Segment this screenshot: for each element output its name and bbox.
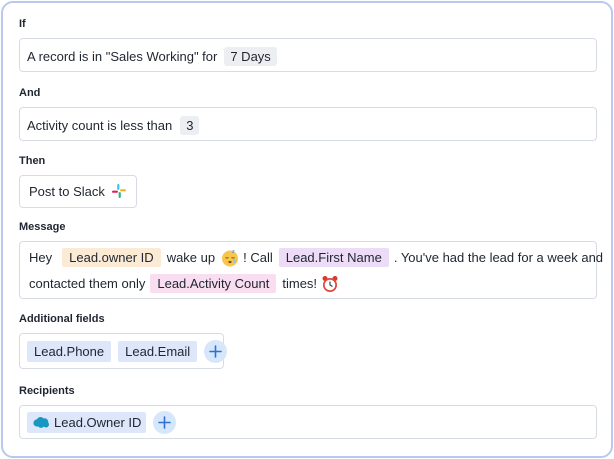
message-line-2: contacted them only Lead.Activity Count …: [29, 274, 339, 293]
svg-text:z: z: [232, 249, 235, 255]
and-condition-text: Activity count is less than: [27, 118, 173, 133]
field-chip-email[interactable]: Lead.Email: [118, 341, 198, 362]
alarm-clock-icon: [321, 275, 339, 293]
var-activity-count-chip[interactable]: Lead.Activity Count: [150, 274, 277, 293]
add-recipient-button[interactable]: [153, 411, 177, 434]
and-label: And: [19, 87, 41, 99]
count-chip[interactable]: 3: [180, 116, 200, 135]
field-chip-phone[interactable]: Lead.Phone: [27, 341, 112, 362]
workflow-rule-card: If A record is in "Sales Working" for 7 …: [1, 1, 613, 458]
message-label: Message: [19, 221, 66, 233]
message-line-1: Hey Lead.owner ID wake up z ! Call Lead.…: [29, 248, 603, 267]
message-text-times: times!: [282, 276, 318, 291]
recipient-chip-label: Lead.Owner ID: [54, 415, 142, 430]
then-action-text: Post to Slack: [29, 183, 105, 199]
message-text-call: ! Call: [243, 250, 273, 265]
message-text-had-lead: . You've had the lead for a week and: [393, 250, 604, 265]
add-field-button[interactable]: [204, 340, 228, 363]
var-owner-id-chip[interactable]: Lead.owner ID: [62, 248, 161, 267]
salesforce-cloud-icon: [32, 416, 50, 429]
sleepy-face-icon: z: [221, 249, 239, 267]
recipients-content: Lead.Owner ID: [27, 411, 177, 434]
message-text-contacted: contacted them only: [29, 276, 146, 291]
if-condition-text: A record is in "Sales Working" for: [27, 49, 218, 64]
if-label: If: [19, 18, 26, 30]
var-first-name-chip[interactable]: Lead.First Name: [278, 248, 389, 267]
plus-icon: [158, 416, 172, 429]
recipients-label: Recipients: [19, 385, 75, 397]
additional-fields-label: Additional fields: [19, 313, 105, 325]
then-label: Then: [19, 155, 46, 167]
and-condition-content: Activity count is less than 3: [27, 116, 200, 135]
message-text-hey: Hey: [29, 250, 53, 265]
days-chip[interactable]: 7 Days: [224, 47, 277, 66]
recipient-chip-owner[interactable]: Lead.Owner ID: [27, 412, 147, 433]
slack-icon: [111, 183, 127, 199]
plus-icon: [209, 345, 222, 358]
additional-fields-content: Lead.Phone Lead.Email: [27, 340, 228, 363]
if-condition-content: A record is in "Sales Working" for 7 Day…: [27, 47, 277, 66]
then-action-content: Post to Slack: [29, 183, 127, 199]
message-text-wake-up: wake up: [166, 250, 216, 265]
